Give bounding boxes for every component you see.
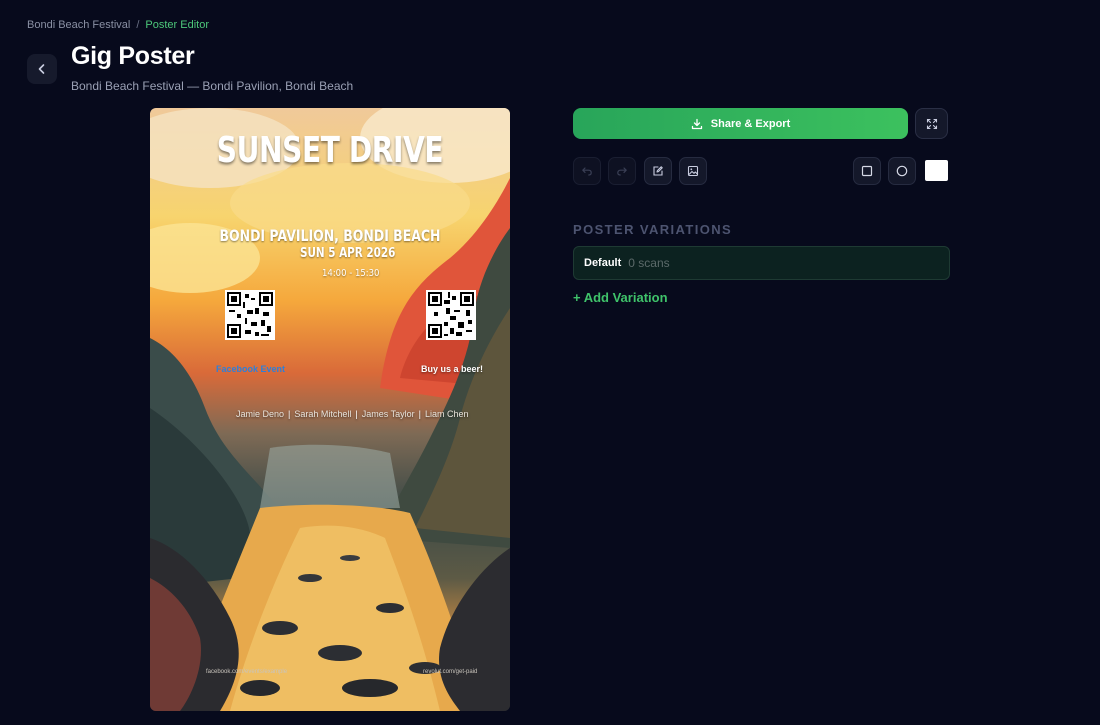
variation-item[interactable]: Default 0 scans xyxy=(573,246,950,280)
lineup-artist: James Taylor xyxy=(361,409,415,419)
poster-lineup: Jamie Deno | Sarah Mitchell | James Taylor | L… xyxy=(236,409,469,419)
variation-name: Default xyxy=(584,257,622,269)
lineup-artist: Sarah Mitchell xyxy=(294,409,352,419)
square-shape-icon xyxy=(861,165,873,177)
chevron-left-icon xyxy=(38,64,45,74)
breadcrumb-parent[interactable]: Bondi Beach Festival xyxy=(27,19,130,31)
poster-variations-heading: POSTER VARIATIONS xyxy=(573,222,733,237)
variation-scan-count: 0 scans xyxy=(628,256,670,270)
color-swatch[interactable] xyxy=(925,160,948,181)
share-export-label: Share & Export xyxy=(710,117,791,130)
share-export-button[interactable]: Share & Export xyxy=(573,108,908,139)
circle-shape-icon xyxy=(896,165,908,177)
redo-icon xyxy=(617,167,627,176)
download-icon xyxy=(691,118,702,129)
page-title: Gig Poster xyxy=(71,42,195,70)
add-variation-button[interactable]: + Add Variation xyxy=(573,290,668,305)
expand-icon xyxy=(926,118,937,129)
poster-time: 14:00 - 15:30 xyxy=(322,268,380,279)
breadcrumb: Bondi Beach Festival / Poster Editor xyxy=(27,19,209,31)
breadcrumb-current: Poster Editor xyxy=(145,19,209,31)
poster-preview[interactable]: SUNSET DRIVE BONDI PAVILION, BONDI BEACH… xyxy=(150,108,510,711)
poster-footer-facebook-url: facebook.com/events/example xyxy=(206,669,288,675)
change-image-button[interactable] xyxy=(679,157,707,185)
image-icon xyxy=(687,165,699,177)
square-shape-button[interactable] xyxy=(853,157,881,185)
breadcrumb-separator: / xyxy=(136,19,140,31)
circle-shape-button[interactable] xyxy=(888,157,916,185)
poster-title: SUNSET DRIVE xyxy=(216,130,444,171)
poster-footer-payment-url: revolut.com/get-paid xyxy=(423,669,478,675)
page-subtitle: Bondi Beach Festival — Bondi Pavilion, B… xyxy=(71,79,354,93)
lineup-artist: Liam Chen xyxy=(424,409,469,419)
undo-icon xyxy=(582,167,592,176)
fullscreen-button[interactable] xyxy=(915,108,948,139)
poster-venue: BONDI PAVILION, BONDI BEACH xyxy=(219,226,441,245)
poster-editor-page: Bondi Beach Festival / Poster Editor Gig… xyxy=(0,0,1100,725)
lineup-artist: Jamie Deno xyxy=(236,409,285,419)
facebook-event-link: Facebook Event xyxy=(216,364,286,374)
edit-icon xyxy=(653,166,663,176)
facebook-qr-code xyxy=(225,290,275,340)
buy-beer-label: Buy us a beer! xyxy=(421,364,484,374)
back-button[interactable] xyxy=(27,54,57,84)
donation-qr-code xyxy=(426,290,476,340)
undo-button[interactable] xyxy=(573,157,601,185)
redo-button[interactable] xyxy=(608,157,636,185)
edit-text-button[interactable] xyxy=(644,157,672,185)
poster-date: SUN 5 APR 2026 xyxy=(300,246,396,261)
